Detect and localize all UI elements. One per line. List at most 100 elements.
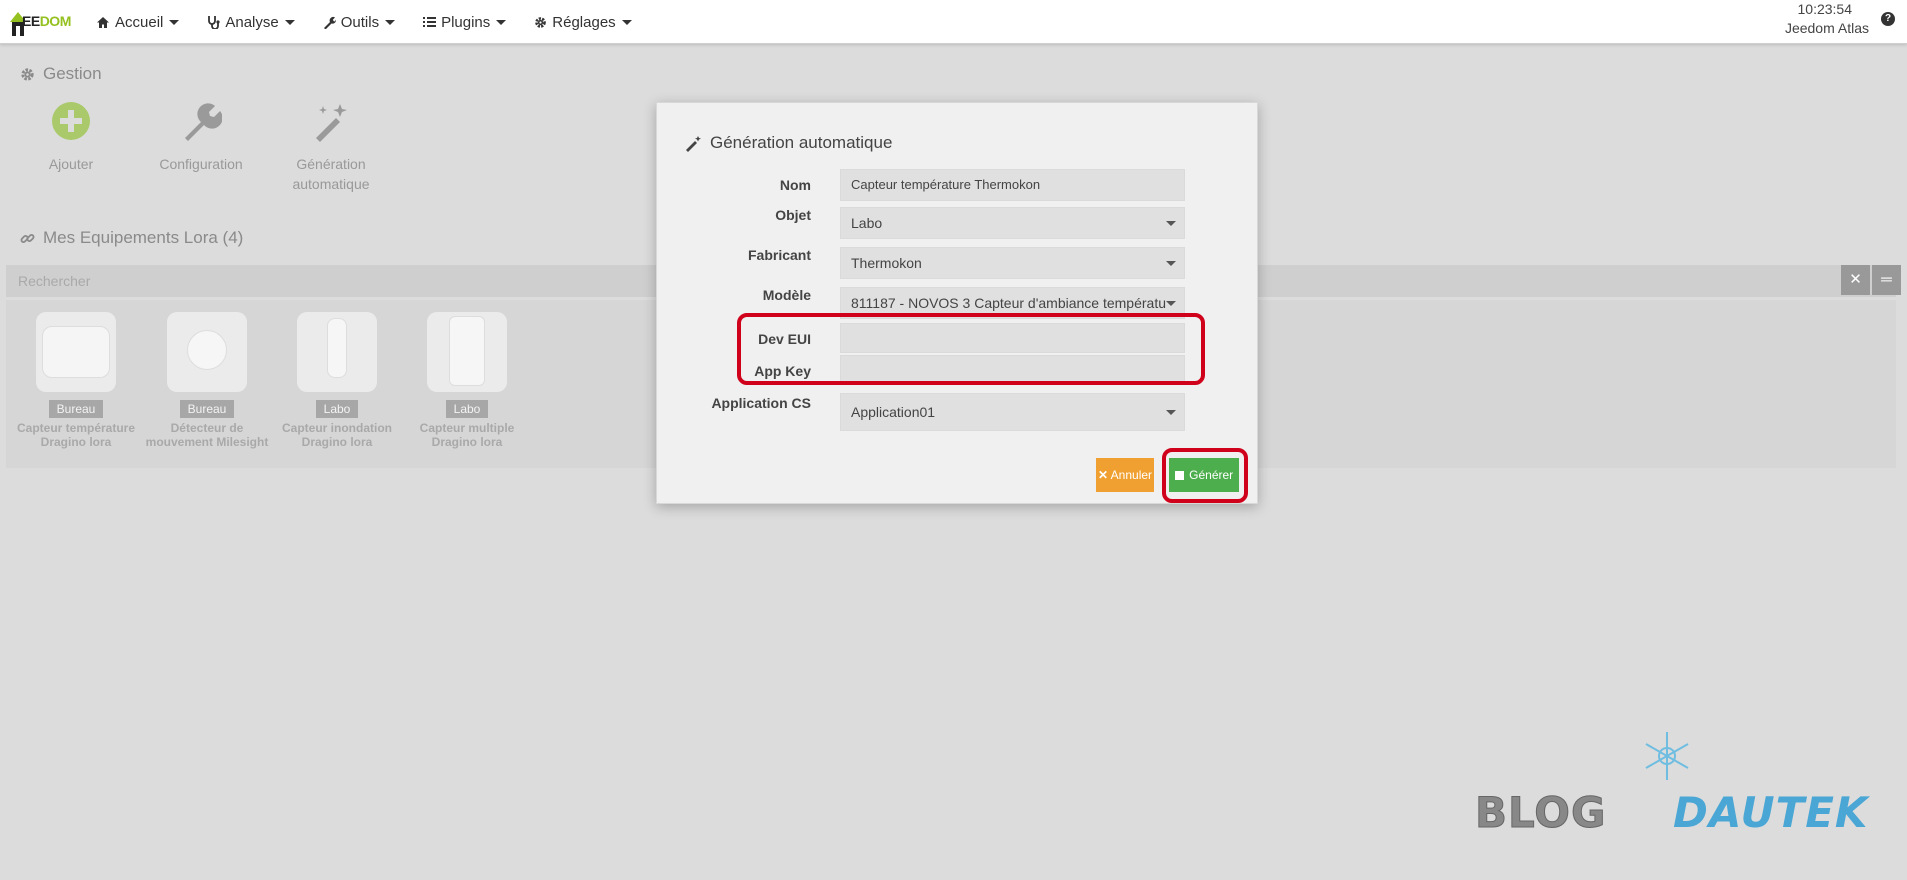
device-image	[427, 312, 507, 392]
equipment-name-line1: Capteur température	[16, 421, 136, 435]
clear-search-button[interactable]: ✕	[1841, 265, 1870, 295]
tile-configuration-label: Configuration	[159, 156, 243, 172]
watermark-blog: BLOG	[1474, 788, 1607, 838]
equipment-name-line1: Capteur inondation	[282, 421, 392, 435]
modal-title-text: Génération automatique	[710, 133, 893, 152]
wrench-icon	[185, 103, 222, 141]
equipment-name: Capteur multiple Dragino lora	[402, 421, 532, 449]
menu-plugins-label: Plugins	[441, 13, 491, 31]
modele-value: 811187 - NOVOS 3 Capteur d'ambiance temp…	[851, 295, 1166, 311]
equipment-name-line2: Dragino lora	[301, 435, 373, 449]
equipment-card[interactable]: Bureau Capteur température Dragino lora	[11, 312, 141, 449]
gear-icon	[21, 67, 34, 81]
device-image	[297, 312, 377, 392]
menu-outils-label: Outils	[340, 13, 380, 31]
user-name[interactable]: Jeedom Atlas	[1785, 20, 1869, 36]
equipment-card[interactable]: Labo Capteur inondation Dragino lora	[272, 312, 402, 449]
top-navbar: EEDOM Accueil Analyse Outils Plugins Rég…	[0, 0, 1907, 44]
room-badge: Labo	[315, 400, 359, 418]
highlight-generate	[1162, 448, 1248, 503]
objet-value: Labo	[851, 215, 883, 231]
equipment-card[interactable]: Labo Capteur multiple Dragino lora	[402, 312, 532, 449]
equipment-card[interactable]: Bureau Détecteur de mouvement Milesight	[142, 312, 272, 449]
list-icon	[423, 17, 437, 27]
chevron-down-icon	[1166, 410, 1176, 415]
menu-plugins[interactable]: Plugins	[423, 13, 507, 31]
chevron-down-icon	[284, 19, 295, 25]
close-icon: ✕	[1097, 468, 1108, 482]
equipment-name-line1: Capteur multiple	[419, 421, 515, 435]
highlight-credentials	[737, 313, 1205, 385]
equipment-name: Capteur température Dragino lora	[11, 421, 141, 449]
equipment-name-line1: Détecteur de	[170, 421, 244, 435]
cancel-button[interactable]: ✕ Annuler	[1096, 458, 1154, 492]
equipment-name-line2: Dragino lora	[431, 435, 503, 449]
chevron-down-icon	[496, 19, 507, 25]
objet-label: Objet	[775, 207, 811, 223]
menu-outils[interactable]: Outils	[323, 13, 396, 31]
device-image	[36, 312, 116, 392]
modele-label: Modèle	[762, 287, 811, 303]
appcs-select[interactable]: Application01	[840, 393, 1185, 431]
wrench-icon	[323, 16, 336, 29]
gestion-title-text: Gestion	[43, 64, 102, 83]
stethoscope-icon	[208, 16, 220, 29]
main-menu: Accueil Analyse Outils Plugins Réglages	[96, 0, 660, 44]
device-image	[167, 312, 247, 392]
gear-icon	[535, 16, 547, 28]
fabricant-label: Fabricant	[747, 247, 811, 263]
clock-time: 10:23:54	[1797, 1, 1853, 17]
appcs-label: Application CS	[711, 395, 811, 411]
tile-generation-label-1: Génération	[296, 156, 366, 172]
magic-wand-icon	[316, 104, 347, 142]
room-badge: Bureau	[179, 400, 235, 418]
equipements-title-text: Mes Equipements Lora (4)	[43, 228, 244, 247]
logo-suffix: DOM	[39, 13, 72, 29]
fabricant-value: Thermokon	[851, 255, 922, 271]
equipment-name-line2: mouvement Milesight	[145, 435, 269, 449]
nom-label: Nom	[779, 177, 811, 193]
nom-input[interactable]: Capteur température Thermokon	[840, 169, 1185, 201]
appcs-value: Application01	[851, 404, 936, 420]
auto-generation-modal: Génération automatique Nom Capteur tempé…	[656, 102, 1258, 504]
tile-generation[interactable]: Génération automatique	[266, 100, 396, 194]
magic-wand-icon	[686, 135, 701, 152]
objet-select[interactable]: Labo	[840, 207, 1185, 239]
equipment-name: Détecteur de mouvement Milesight	[142, 421, 272, 449]
modal-title: Génération automatique	[685, 133, 892, 153]
blog-dautek-watermark: BLOG DAUTEK	[1474, 728, 1875, 848]
gestion-title: Gestion	[20, 64, 102, 84]
chevron-down-icon	[385, 19, 396, 25]
room-badge: Labo	[445, 400, 489, 418]
equipements-title: Mes Equipements Lora (4)	[20, 228, 243, 248]
logo-text[interactable]: EEDOM	[22, 13, 71, 29]
logo-prefix: EE	[22, 13, 40, 29]
menu-reglages-label: Réglages	[552, 13, 616, 31]
tile-generation-label-2: automatique	[292, 176, 370, 192]
chevron-down-icon	[1166, 301, 1176, 306]
menu-reglages[interactable]: Réglages	[534, 13, 632, 31]
display-mode-button[interactable]: ═	[1872, 265, 1901, 295]
tile-ajouter[interactable]: Ajouter	[6, 100, 136, 174]
equipment-name-line2: Dragino lora	[40, 435, 112, 449]
link-icon	[20, 233, 35, 243]
room-badge: Bureau	[48, 400, 104, 418]
chevron-down-icon	[1166, 221, 1176, 226]
help-icon[interactable]: ?	[1881, 12, 1895, 26]
menu-accueil-label: Accueil	[115, 13, 164, 31]
menu-accueil[interactable]: Accueil	[96, 13, 180, 31]
home-icon	[97, 16, 109, 28]
chevron-down-icon	[169, 19, 180, 25]
menu-analyse[interactable]: Analyse	[207, 13, 295, 31]
fabricant-select[interactable]: Thermokon	[840, 247, 1185, 279]
plus-circle-icon	[52, 102, 90, 140]
cancel-label: Annuler	[1110, 468, 1153, 482]
menu-analyse-label: Analyse	[225, 13, 279, 31]
chevron-down-icon	[1166, 261, 1176, 266]
chevron-down-icon	[621, 19, 632, 25]
tile-configuration[interactable]: Configuration	[136, 100, 266, 174]
tile-ajouter-label: Ajouter	[48, 156, 94, 172]
equipment-name: Capteur inondation Dragino lora	[272, 421, 402, 449]
watermark-dautek: DAUTEK	[1673, 788, 1869, 837]
snowflake-icon	[1645, 732, 1689, 780]
